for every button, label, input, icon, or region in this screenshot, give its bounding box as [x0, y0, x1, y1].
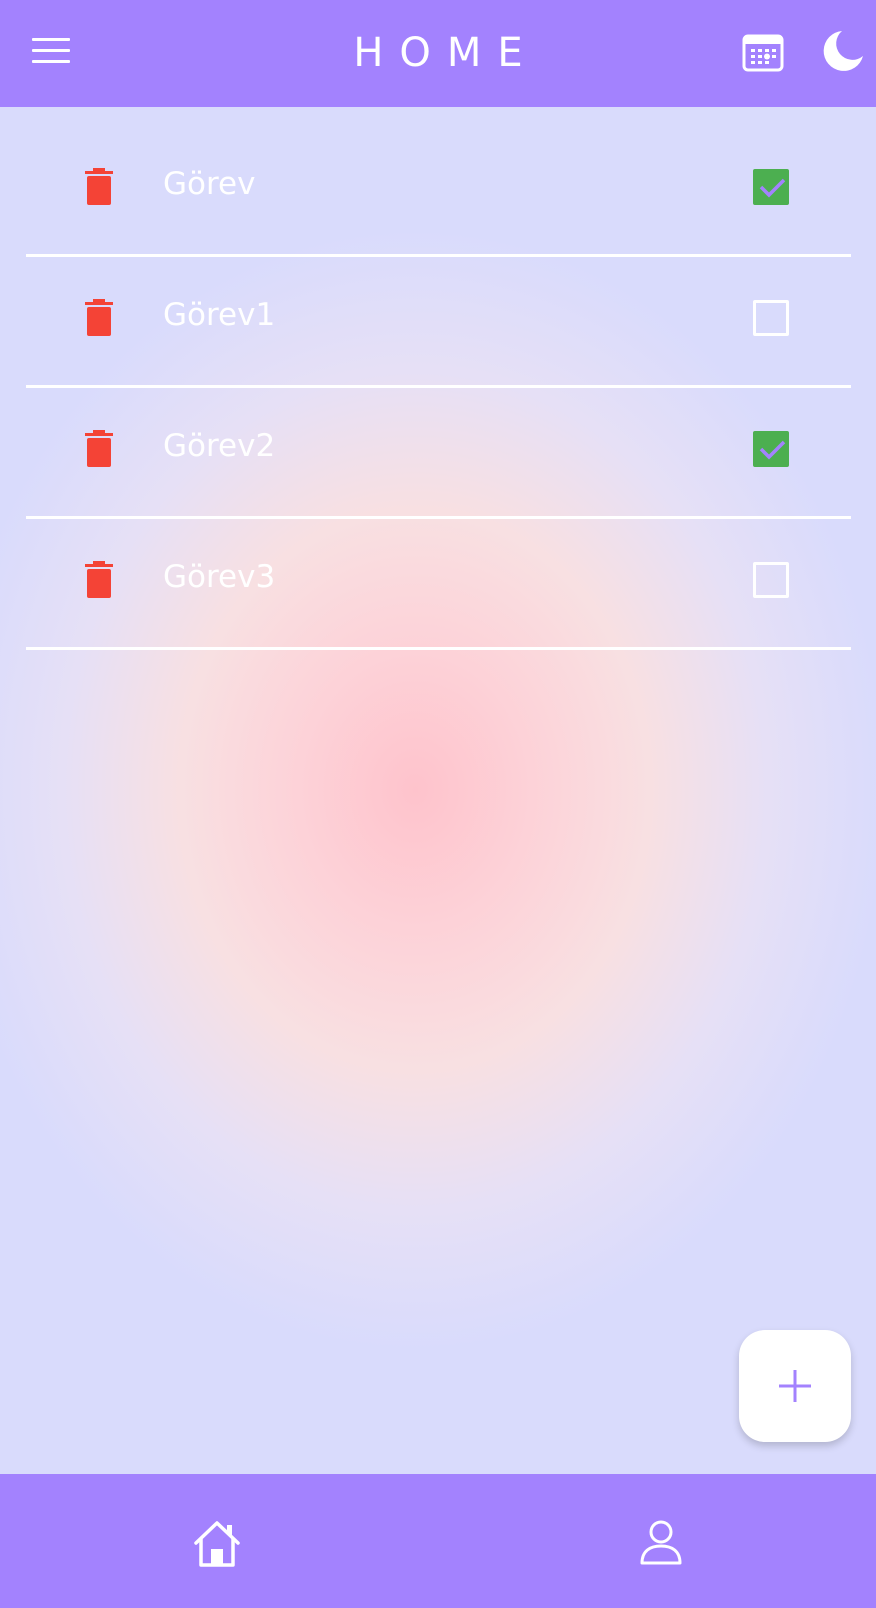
task-label: Görev3 [163, 559, 276, 595]
task-checkbox[interactable] [753, 300, 789, 336]
task-list: Görev Görev1 Görev2 Görev3 [26, 126, 851, 650]
task-checkbox[interactable] [753, 431, 789, 467]
task-label: Görev [163, 166, 256, 202]
task-row: Görev [26, 126, 851, 257]
bottom-nav [0, 1474, 876, 1608]
task-row: Görev2 [26, 388, 851, 519]
app-bar: HOME [0, 0, 876, 107]
task-row: Görev3 [26, 519, 851, 650]
home-icon[interactable] [192, 1519, 242, 1569]
task-label: Görev2 [163, 428, 276, 464]
task-label: Görev1 [163, 297, 276, 333]
trash-icon[interactable] [84, 430, 114, 468]
trash-icon[interactable] [84, 168, 114, 206]
task-checkbox[interactable] [753, 562, 789, 598]
plus-icon [779, 1370, 811, 1402]
trash-icon[interactable] [84, 299, 114, 337]
moon-icon[interactable] [820, 28, 866, 74]
trash-icon[interactable] [84, 561, 114, 599]
add-task-button[interactable] [739, 1330, 851, 1442]
calendar-icon[interactable] [742, 32, 784, 72]
task-checkbox[interactable] [753, 169, 789, 205]
person-icon[interactable] [638, 1519, 684, 1565]
task-row: Görev1 [26, 257, 851, 388]
